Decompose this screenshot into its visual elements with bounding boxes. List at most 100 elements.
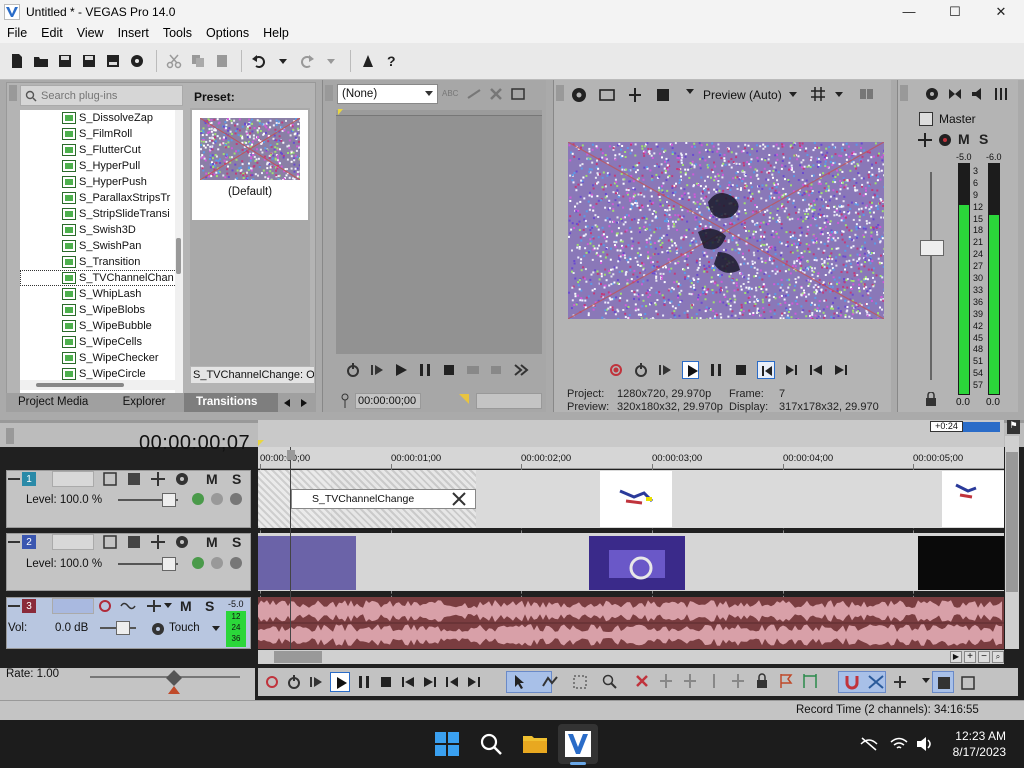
track-2-parent-icon[interactable] (150, 534, 166, 550)
undo-dropdown-icon[interactable] (272, 50, 294, 72)
plugin-item[interactable]: S_WipeBubble (20, 318, 183, 334)
timeline-hscroll-thumb[interactable] (274, 651, 322, 663)
menu-file[interactable]: File (0, 26, 34, 40)
transition-label[interactable]: S_TVChannelChange (291, 489, 476, 509)
track-3-automation-chevron-icon[interactable] (212, 626, 220, 631)
add-to-timeline-icon[interactable] (465, 362, 481, 378)
close-button[interactable]: ✕ (978, 0, 1024, 23)
master-solo-button[interactable]: S (979, 131, 988, 147)
video-fx-icon[interactable] (654, 86, 672, 104)
prev-frame-icon[interactable] (444, 674, 460, 690)
preview-quality-select[interactable]: Preview (Auto) (703, 88, 782, 102)
play-button-active-icon[interactable] (330, 672, 350, 692)
plugin-item[interactable]: S_HyperPull (20, 158, 183, 174)
timeline-vscroll-thumb[interactable] (1006, 452, 1018, 592)
go-to-end-icon[interactable] (422, 674, 438, 690)
tab-transitions[interactable]: Transitions (184, 393, 278, 412)
zoom-in-icon[interactable]: + (964, 651, 976, 663)
paste-icon[interactable] (211, 50, 233, 72)
plugin-item[interactable]: S_DissolveZap (20, 110, 183, 126)
track-2-minimize-icon[interactable] (8, 539, 20, 545)
save-icon[interactable] (54, 50, 76, 72)
pause-icon[interactable] (708, 362, 724, 378)
track-3-parent-chevron-icon[interactable] (164, 603, 172, 608)
track-2-clip-c[interactable] (918, 536, 1004, 590)
auto-crossfade-icon[interactable] (868, 674, 884, 690)
track-3-mute-button[interactable]: M (180, 598, 192, 614)
track-1-minimize-icon[interactable] (8, 476, 20, 482)
plugin-search-input[interactable] (41, 89, 171, 102)
trim-icon[interactable] (730, 673, 746, 689)
ripple-mode-chevron-icon[interactable] (922, 678, 930, 683)
master-properties-gear-icon[interactable] (924, 86, 940, 102)
normal-edit-tool-icon[interactable] (512, 674, 528, 690)
plugin-search-box[interactable] (20, 85, 183, 106)
fx-dropdown-icon[interactable] (686, 89, 694, 94)
auto-ripple-icon[interactable] (892, 674, 908, 690)
marker-flag-icon[interactable]: ⚑ (1007, 420, 1020, 434)
plugin-item[interactable]: S_TVChannelChan (20, 270, 183, 286)
track-3-vol-knob[interactable] (116, 621, 130, 635)
pause-icon[interactable] (417, 362, 433, 378)
delete-icon[interactable] (634, 673, 650, 689)
scroll-right-icon[interactable]: ▶ (950, 651, 962, 663)
track-3-automation-gear-icon[interactable] (150, 621, 166, 637)
playhead-cursor[interactable] (290, 447, 291, 649)
zoom-out-icon[interactable]: − (978, 651, 990, 663)
play-from-start-icon[interactable] (657, 362, 673, 378)
redo-dropdown-icon[interactable] (320, 50, 342, 72)
properties-gear-icon[interactable] (126, 50, 148, 72)
master-settings-gear-icon[interactable] (937, 132, 953, 148)
record-icon[interactable] (608, 362, 624, 378)
lock-envelopes-icon[interactable] (993, 86, 1009, 102)
track-2-compositing-icon[interactable] (126, 534, 142, 550)
plugin-item[interactable]: S_WipeCells (20, 334, 183, 350)
abc-icon[interactable]: ABC (442, 86, 460, 102)
menu-options[interactable]: Options (199, 26, 256, 40)
track-3-automation-mode[interactable]: Touch (169, 622, 200, 634)
master-bus-toggle[interactable] (919, 112, 933, 126)
track-1-clip-c[interactable] (942, 471, 1004, 527)
trimmer-grip[interactable] (325, 85, 333, 101)
ripple-icon[interactable] (466, 86, 482, 102)
master-mute-button[interactable]: M (958, 131, 970, 147)
master-lock-icon[interactable] (925, 392, 937, 406)
trim-end-icon[interactable] (682, 673, 698, 689)
split-screen-icon[interactable] (626, 86, 644, 104)
preview-grip[interactable] (556, 85, 564, 101)
playhead-marker[interactable] (287, 450, 295, 460)
go-to-end-icon[interactable] (833, 362, 849, 378)
taskbar-clock[interactable]: 12:23 AM 8/17/2023 (948, 728, 1006, 760)
stop-icon[interactable] (378, 674, 394, 690)
menu-insert[interactable]: Insert (111, 26, 156, 40)
downmix-icon[interactable] (947, 86, 963, 102)
track-2-bypass-icon[interactable] (209, 555, 225, 571)
timeline-grip[interactable] (6, 428, 14, 444)
copy-snapshot-icon[interactable] (858, 86, 874, 102)
wifi-icon[interactable] (890, 736, 908, 752)
trimmer-display[interactable] (336, 110, 542, 354)
master-grip[interactable] (900, 85, 908, 101)
track-2-fx-chain-icon[interactable] (190, 555, 206, 571)
taskbar-search-icon[interactable] (475, 728, 507, 760)
tab-explorer[interactable]: Explorer (104, 393, 184, 412)
snapping-magnet-icon[interactable] (844, 674, 860, 690)
master-fader-knob[interactable] (920, 240, 944, 256)
video-preview-frame[interactable] (568, 142, 884, 319)
minimize-button[interactable]: — (886, 0, 932, 23)
tab-left-arrow-icon[interactable] (283, 398, 290, 407)
preview-properties-gear-icon[interactable] (570, 86, 588, 104)
trimmer-media-select[interactable]: (None) (337, 84, 438, 104)
menu-edit[interactable]: Edit (34, 26, 70, 40)
track-1-level-knob[interactable] (162, 493, 176, 507)
track-3-name-field[interactable] (52, 598, 94, 614)
dim-output-icon[interactable] (970, 86, 986, 102)
redo-icon[interactable] (296, 50, 318, 72)
track-3-minimize-icon[interactable] (8, 603, 20, 609)
open-folder-icon[interactable] (30, 50, 52, 72)
track-1-bypass-icon[interactable] (209, 491, 225, 507)
track-2-mute-button[interactable]: M (206, 534, 218, 550)
tab-scroll-arrows[interactable] (278, 393, 312, 412)
track-2-clip-a[interactable] (258, 536, 356, 590)
track-1-fx-chain-icon[interactable] (190, 491, 206, 507)
